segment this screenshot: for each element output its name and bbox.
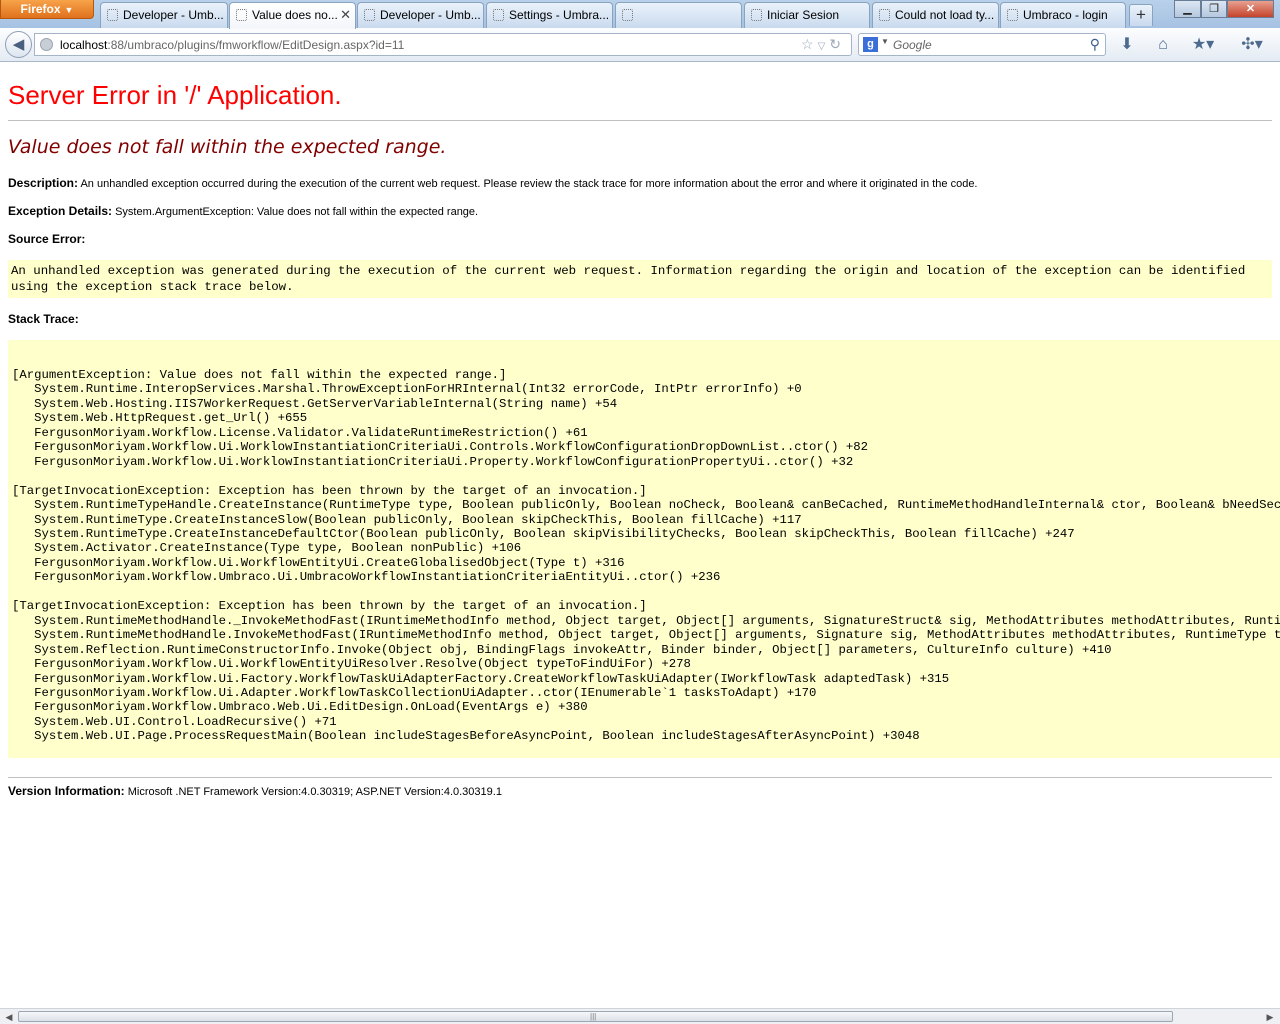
tab-label: Developer - Umb... (123, 8, 224, 22)
tab-label: Developer - Umb... (380, 8, 481, 22)
address-bar[interactable]: localhost:88/umbraco/plugins/fmworkflow/… (34, 33, 852, 56)
reload-icon[interactable]: ↻ (829, 36, 845, 52)
new-tab-button[interactable]: + (1129, 4, 1153, 26)
stack-trace-box: [ArgumentException: Value does not fall … (8, 340, 1280, 758)
search-input[interactable] (893, 37, 1073, 52)
bookmark-star-icon[interactable]: ☆ (801, 36, 818, 52)
source-error-text: An unhandled exception was generated dur… (11, 264, 1246, 294)
divider (8, 777, 1272, 778)
stack-trace-text: [ArgumentException: Value does not fall … (12, 368, 1280, 744)
tab-iniciar-sesion[interactable]: Iniciar Sesion (744, 2, 870, 28)
page-icon (107, 9, 118, 21)
version-label: Version Information: (8, 784, 125, 798)
page-icon (1007, 9, 1018, 21)
tab-label: Value does no... (252, 8, 338, 22)
page-icon (751, 9, 762, 21)
bookmarks-menu-icon[interactable]: ★▾ (1188, 34, 1218, 56)
version-information-line: Version Information: Microsoft .NET Fram… (8, 784, 502, 798)
description-text: An unhandled exception occurred during t… (80, 178, 978, 190)
tab-label: Could not load ty... (895, 8, 995, 22)
history-dropdown-icon[interactable]: ▽ (818, 41, 830, 52)
page-icon (879, 9, 890, 21)
site-identity-icon[interactable] (40, 38, 53, 51)
description-label: Description: (8, 176, 79, 190)
url-text[interactable]: localhost:88/umbraco/plugins/fmworkflow/… (60, 38, 404, 52)
tab-settings[interactable]: Settings - Umbra... (486, 2, 613, 28)
version-text: Microsoft .NET Framework Version:4.0.303… (127, 786, 502, 798)
close-tab-icon[interactable]: ✕ (340, 3, 351, 27)
tab-developer-1[interactable]: Developer - Umb... (100, 2, 228, 28)
exception-details-line: Exception Details: System.ArgumentExcept… (8, 204, 478, 218)
scroll-left-icon[interactable]: ◀ (1, 1010, 17, 1024)
addon-icon[interactable]: ✣▾ (1236, 34, 1268, 56)
divider (8, 120, 1272, 121)
error-message: Value does not fall within the expected … (8, 136, 447, 158)
tab-label: Umbraco - login (1023, 8, 1108, 22)
downloads-icon[interactable]: ⬇ (1116, 34, 1138, 56)
maximize-button[interactable]: ❐ (1201, 0, 1227, 18)
firefox-menu-button[interactable]: Firefox ▼ (0, 0, 94, 19)
url-host: localhost (60, 38, 108, 52)
tab-label: Iniciar Sesion (767, 8, 840, 22)
navigation-toolbar: ◀ localhost:88/umbraco/plugins/fmworkflo… (0, 28, 1280, 62)
tab-umbraco-login[interactable]: Umbraco - login (1000, 2, 1126, 28)
exception-details-text: System.ArgumentException: Value does not… (115, 206, 479, 218)
firefox-menu-label: Firefox (20, 2, 61, 16)
close-window-button[interactable]: ✕ (1227, 0, 1274, 18)
close-icon: ✕ (1245, 3, 1256, 15)
tab-strip: Firefox ▼ Developer - Umb... Value does n… (0, 0, 1280, 29)
search-bar: g ▼ ⚲ (858, 33, 1106, 56)
chevron-down-icon: ▼ (64, 5, 74, 15)
back-button[interactable]: ◀ (5, 31, 32, 58)
restore-icon: ❐ (1209, 3, 1219, 15)
minimize-button[interactable]: ▁ (1174, 0, 1201, 18)
minimize-icon: ▁ (1183, 3, 1192, 15)
plus-icon: + (1136, 5, 1146, 24)
tab-blank[interactable] (615, 2, 742, 28)
tab-could-not-load[interactable]: Could not load ty... (872, 2, 999, 28)
scroll-right-icon[interactable]: ▶ (1262, 1010, 1278, 1024)
page-icon (622, 9, 633, 21)
page-icon (236, 9, 247, 21)
source-error-box: An unhandled exception was generated dur… (8, 260, 1272, 298)
tab-value-error[interactable]: Value does no... ✕ (229, 2, 356, 29)
page-content: Server Error in '/' Application. Value d… (0, 62, 1280, 1008)
page-icon (364, 9, 375, 21)
tab-developer-2[interactable]: Developer - Umb... (357, 2, 484, 28)
page-title: Server Error in '/' Application. (8, 80, 342, 110)
tab-label: Settings - Umbra... (509, 8, 610, 22)
home-icon[interactable]: ⌂ (1152, 34, 1174, 56)
scrollbar-thumb[interactable]: ||| (18, 1011, 1173, 1022)
url-path: :88/umbraco/plugins/fmworkflow/EditDesig… (107, 38, 405, 52)
search-go-icon[interactable]: ⚲ (1090, 36, 1100, 53)
stack-trace-heading: Stack Trace: (8, 312, 79, 326)
horizontal-scrollbar[interactable]: ◀ ||| ▶ (0, 1008, 1280, 1024)
window-controls: ▁ ❐ ✕ (1174, 0, 1276, 19)
page-icon (493, 9, 504, 21)
chevron-down-icon[interactable]: ▼ (881, 37, 889, 46)
google-search-engine-icon[interactable]: g (863, 37, 878, 52)
source-error-heading: Source Error: (8, 232, 86, 246)
description-line: Description: An unhandled exception occu… (8, 176, 978, 190)
exception-details-label: Exception Details: (8, 204, 113, 218)
grip-icon: ||| (590, 1012, 597, 1021)
url-actions: ☆▽↻ (801, 36, 845, 53)
back-icon: ◀ (12, 36, 25, 53)
